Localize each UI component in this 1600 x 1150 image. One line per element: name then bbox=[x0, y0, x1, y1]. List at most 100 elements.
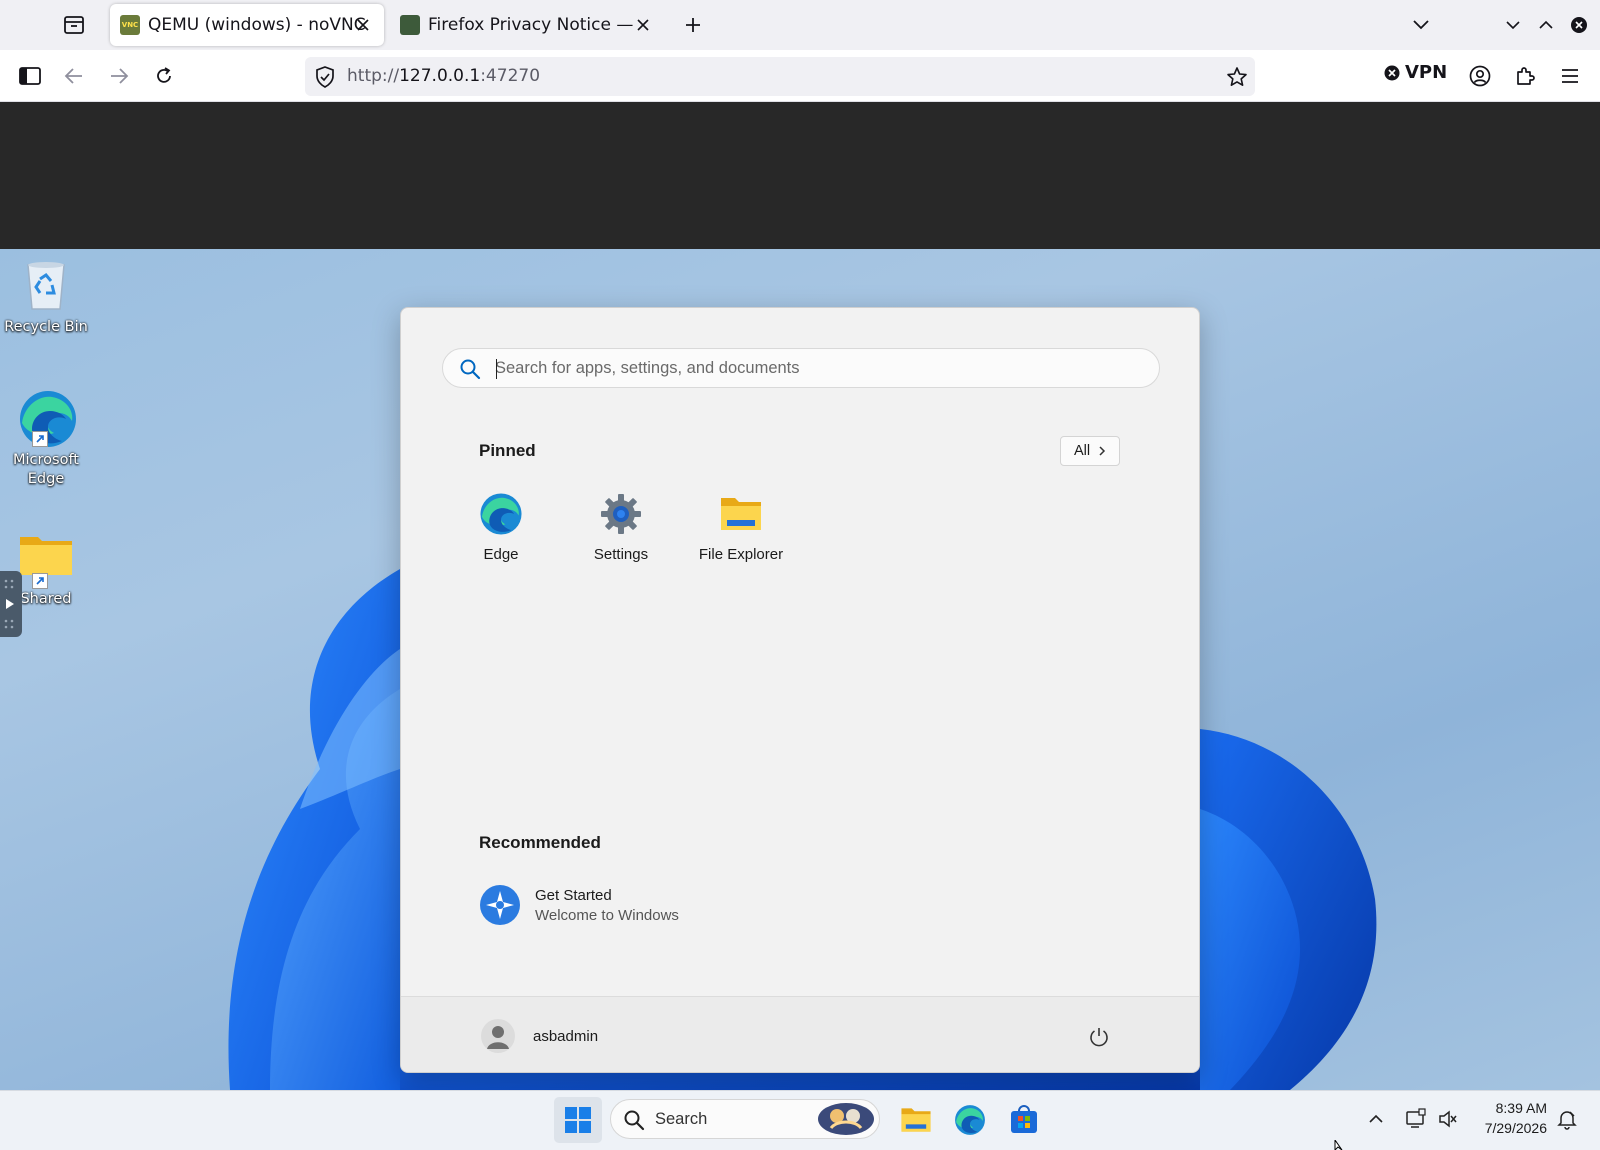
network-monitor-icon bbox=[1406, 1108, 1426, 1128]
recycle-bin-shortcut[interactable]: Recycle Bin bbox=[1, 257, 91, 335]
shortcut-arrow-icon bbox=[32, 573, 48, 589]
tracking-protection-shield-icon[interactable] bbox=[315, 66, 335, 92]
back-button[interactable] bbox=[60, 63, 88, 89]
search-icon bbox=[460, 359, 481, 380]
start-search-input[interactable] bbox=[495, 349, 1135, 387]
speaker-muted-icon bbox=[1439, 1110, 1457, 1128]
recommended-heading: Recommended bbox=[479, 833, 601, 852]
bookmark-star-button[interactable] bbox=[1226, 66, 1248, 92]
privacy-favicon-icon bbox=[400, 15, 420, 35]
text-caret bbox=[496, 359, 497, 379]
recycle-bin-icon bbox=[18, 257, 74, 313]
user-account-button[interactable]: asbadmin bbox=[481, 1019, 598, 1053]
search-highlight-icon bbox=[818, 1103, 874, 1135]
extensions-button[interactable] bbox=[1511, 63, 1539, 89]
close-circle-icon bbox=[1571, 17, 1587, 33]
pinned-app-edge[interactable]: Edge bbox=[446, 492, 556, 563]
clock-date: 7/29/2026 bbox=[1484, 1120, 1547, 1136]
edge-icon bbox=[18, 389, 76, 447]
tab-firefox-privacy[interactable]: Firefox Privacy Notice — M bbox=[390, 4, 660, 46]
pinned-app-settings[interactable]: Settings bbox=[566, 492, 676, 563]
novnc-control-bar-handle[interactable] bbox=[0, 571, 22, 637]
windows-logo-icon bbox=[565, 1107, 591, 1133]
tab-title: Firefox Privacy Notice — M bbox=[428, 15, 638, 35]
all-apps-button[interactable]: All bbox=[1060, 436, 1120, 466]
taskbar-clock[interactable]: 8:39 AM 7/29/2026 bbox=[1475, 1098, 1547, 1138]
get-started-icon bbox=[480, 885, 520, 925]
power-button[interactable] bbox=[1085, 1023, 1113, 1051]
tab-bar: VNC QEMU (windows) - noVNC Firefox Priva… bbox=[0, 0, 1600, 50]
tab-qemu-novnc[interactable]: VNC QEMU (windows) - noVNC bbox=[110, 4, 384, 46]
desktop-icon-label: Microsoft Edge bbox=[13, 452, 79, 487]
sidebar-toggle-button[interactable] bbox=[16, 63, 44, 89]
vpn-label: VPN bbox=[1405, 62, 1448, 83]
taskbar-edge[interactable] bbox=[948, 1099, 992, 1141]
folder-icon bbox=[901, 1108, 931, 1132]
app-menu-button[interactable] bbox=[1556, 63, 1584, 89]
pinned-heading: Pinned bbox=[479, 441, 536, 460]
new-tab-button[interactable] bbox=[680, 12, 706, 38]
reload-icon bbox=[157, 67, 171, 83]
windows-desktop[interactable]: Recycle Bin Microsoft Edge Shared Pinned… bbox=[0, 249, 1600, 1090]
navigation-toolbar: http://127.0.0.1:47270 VPN bbox=[0, 50, 1600, 102]
account-icon bbox=[1469, 65, 1491, 87]
hamburger-menu-icon bbox=[1562, 69, 1578, 83]
tab-title: QEMU (windows) - noVNC bbox=[148, 15, 366, 35]
arrow-right-icon bbox=[111, 68, 129, 84]
list-all-tabs-button[interactable] bbox=[1408, 12, 1434, 38]
star-icon bbox=[1227, 67, 1247, 86]
clock-time: 8:39 AM bbox=[1495, 1100, 1547, 1116]
start-menu-footer: asbadmin bbox=[401, 996, 1199, 1072]
firefox-view-button[interactable] bbox=[60, 12, 88, 38]
account-button[interactable] bbox=[1466, 63, 1494, 89]
chevron-right-icon bbox=[1099, 446, 1106, 456]
taskbar-search-box[interactable]: Search bbox=[610, 1099, 880, 1139]
chevron-down-icon bbox=[1413, 20, 1429, 30]
reload-button[interactable] bbox=[150, 63, 178, 89]
mouse-cursor-icon bbox=[1334, 1140, 1343, 1150]
volume-muted-button[interactable] bbox=[1434, 1105, 1462, 1133]
sidebar-icon bbox=[19, 67, 41, 85]
start-search-box[interactable] bbox=[442, 348, 1160, 388]
minimize-window-button[interactable] bbox=[1500, 12, 1526, 38]
start-button[interactable] bbox=[554, 1097, 602, 1143]
vpn-off-icon bbox=[1384, 65, 1400, 80]
store-icon bbox=[1011, 1105, 1037, 1133]
puzzle-icon bbox=[1517, 67, 1535, 85]
folder-icon bbox=[719, 492, 763, 536]
user-name: asbadmin bbox=[533, 1027, 599, 1045]
start-menu: Pinned All Edge Settings File Explorer R… bbox=[400, 307, 1200, 1073]
avatar bbox=[481, 1019, 515, 1053]
folder-icon bbox=[18, 529, 74, 589]
chevron-up-icon bbox=[1369, 1114, 1383, 1123]
vpn-button[interactable]: VPN bbox=[1384, 62, 1447, 83]
shortcut-arrow-icon bbox=[32, 431, 48, 447]
taskbar-search-label: Search bbox=[655, 1110, 708, 1128]
close-icon bbox=[637, 19, 649, 31]
arrow-left-icon bbox=[64, 68, 82, 84]
power-icon bbox=[1090, 1028, 1108, 1047]
recommended-title: Get Started bbox=[535, 886, 612, 904]
pinned-app-file-explorer[interactable]: File Explorer bbox=[686, 492, 796, 563]
microsoft-edge-shortcut[interactable]: Microsoft Edge bbox=[1, 389, 91, 489]
url-bar[interactable]: http://127.0.0.1:47270 bbox=[305, 57, 1255, 96]
show-hidden-icons-button[interactable] bbox=[1364, 1107, 1388, 1131]
close-tab-button[interactable] bbox=[632, 14, 654, 36]
search-icon bbox=[624, 1110, 645, 1131]
novnc-favicon-icon: VNC bbox=[120, 15, 140, 35]
maximize-window-button[interactable] bbox=[1533, 12, 1559, 38]
taskbar-file-explorer[interactable] bbox=[894, 1099, 938, 1141]
edge-icon bbox=[955, 1105, 985, 1135]
close-window-button[interactable] bbox=[1566, 12, 1592, 38]
play-arrow-icon bbox=[4, 579, 14, 629]
notifications-button[interactable] bbox=[1553, 1105, 1581, 1133]
recommended-item-get-started[interactable]: Get Started Welcome to Windows bbox=[479, 884, 679, 926]
taskbar-microsoft-store[interactable] bbox=[1002, 1099, 1046, 1141]
network-status-button[interactable] bbox=[1402, 1105, 1430, 1133]
close-icon bbox=[357, 19, 369, 31]
chevron-up-icon bbox=[1539, 20, 1553, 29]
url-text[interactable]: http://127.0.0.1:47270 bbox=[347, 66, 540, 86]
close-tab-button[interactable] bbox=[352, 14, 374, 36]
forward-button[interactable] bbox=[105, 63, 133, 89]
chevron-down-icon bbox=[1506, 21, 1520, 30]
